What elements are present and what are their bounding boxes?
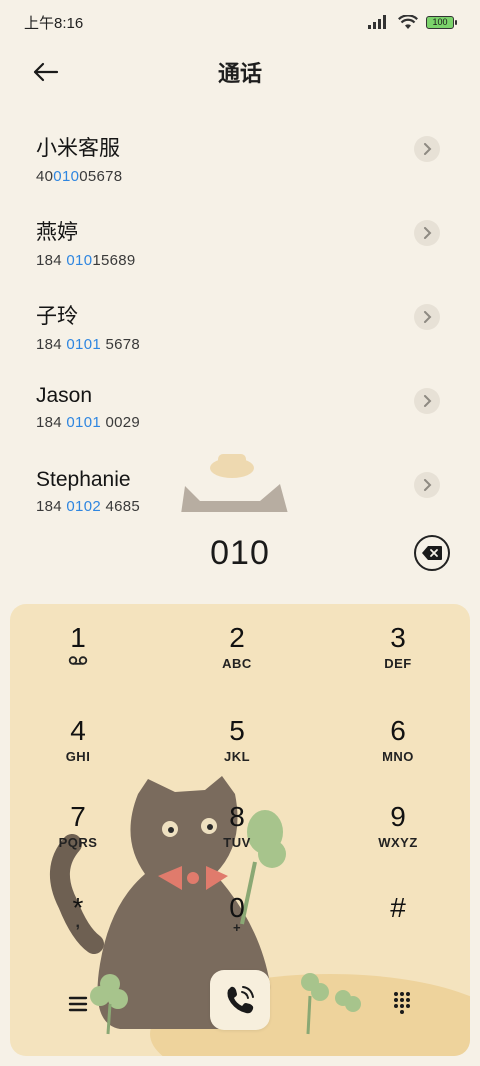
key-6[interactable]: 6 MNO [328,715,468,795]
contact-number: 184 0101 5678 [36,336,141,353]
key-digit: 9 [390,801,406,832]
dialpad-icon [394,992,410,1014]
phone-call-icon [227,986,254,1014]
chevron-right-icon [424,143,432,155]
wifi-icon [398,14,418,29]
call-button[interactable] [210,970,270,1030]
chevron-right-icon [424,395,432,407]
contact-number: 4001005678 [36,168,123,185]
key-digit: 4 [70,715,86,746]
key-4[interactable]: 4 GHI [10,715,148,795]
status-bar: 上午8:16 100 [0,0,480,44]
key-0[interactable]: 0 + [167,892,307,972]
voicemail-icon [68,656,88,668]
list-item[interactable]: 燕婷 184 01015689 [0,200,480,284]
signal-icon [368,15,386,29]
dial-keypad: 1 2 ABC 3 DEF 4 GHI 5 JKL 6 MNO 7 PQRS 8… [10,604,470,1056]
key-letters: + [232,920,242,935]
contact-name: 小米客服 [36,137,120,160]
contact-detail-button[interactable] [414,220,440,246]
key-letters: JKL [223,749,251,764]
contact-detail-button[interactable] [414,472,440,498]
key-star[interactable]: * , [10,892,148,972]
key-letters: TUV [223,835,251,850]
key-digit: # [390,892,406,923]
key-letters: DEF [384,656,412,671]
key-2[interactable]: 2 ABC [167,622,307,702]
key-digit: 1 [70,622,86,653]
header: 通话 [0,44,480,100]
key-digit: 3 [390,622,406,653]
key-letters: PQRS [58,835,98,850]
contact-name: 子玲 [36,305,78,328]
contact-number: 184 0101 0029 [36,414,141,431]
dialed-number: 010 [210,533,270,572]
chevron-right-icon [424,227,432,239]
key-letters: WXYZ [378,835,418,850]
menu-icon [68,996,88,1012]
page-title: 通话 [217,61,262,86]
list-item[interactable]: Stephanie 184 0102 4685 [0,452,480,512]
key-3[interactable]: 3 DEF [328,622,468,702]
back-arrow-icon [33,62,59,82]
contact-detail-button[interactable] [414,136,440,162]
list-item[interactable]: 子玲 184 0101 5678 [0,284,480,368]
key-hash[interactable]: # [328,892,468,972]
backspace-button[interactable] [414,535,450,571]
key-letters: MNO [382,749,414,764]
key-letters: , [75,914,81,931]
key-7[interactable]: 7 PQRS [10,801,148,881]
back-button[interactable] [28,56,64,88]
key-digit: 7 [70,801,86,832]
list-item[interactable]: Jason 184 0101 0029 [0,368,480,452]
battery-icon: 100 [426,15,457,29]
chevron-right-icon [424,311,432,323]
key-digit: 8 [229,801,245,832]
contact-detail-button[interactable] [414,304,440,330]
contact-name: Jason [36,384,93,407]
contact-number: 184 01015689 [36,252,136,269]
battery-level: 100 [432,16,448,27]
key-8[interactable]: 8 TUV [167,801,307,881]
key-9[interactable]: 9 WXYZ [328,801,468,881]
list-item[interactable]: 小米客服 4001005678 [0,116,480,200]
key-digit: 5 [229,715,245,746]
key-5[interactable]: 5 JKL [167,715,307,795]
status-icons: 100 [368,14,457,30]
key-letters: GHI [65,749,91,764]
key-digit: 6 [390,715,406,746]
contact-suggestion-list: 小米客服 4001005678 燕婷 184 01015689 子玲 184 0… [0,116,480,512]
contact-detail-button[interactable] [414,388,440,414]
status-time: 上午8:16 [24,14,84,32]
contact-name: 燕婷 [36,221,78,244]
key-digit: 2 [229,622,245,653]
key-letters: ABC [222,656,252,671]
backspace-icon [422,546,442,560]
key-1[interactable]: 1 [10,622,148,702]
contact-name: Stephanie [36,468,131,491]
contact-number: 184 0102 4685 [36,498,141,512]
menu-button[interactable] [64,990,92,1018]
dialer-bottom-bar [10,970,470,1034]
chevron-right-icon [424,479,432,491]
hide-keypad-button[interactable] [388,988,416,1016]
